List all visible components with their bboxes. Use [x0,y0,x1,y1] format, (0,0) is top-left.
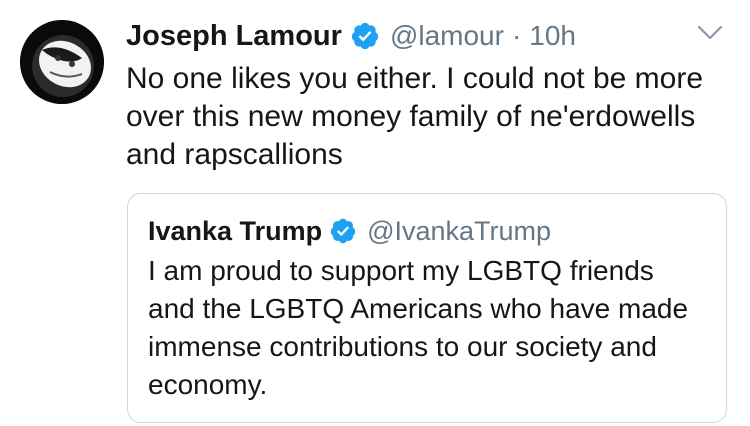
chevron-down-icon[interactable] [696,22,724,44]
quoted-author-handle: @IvankaTrump [367,215,552,246]
author-handle[interactable]: @lamour [390,20,504,52]
tweet-timestamp[interactable]: 10h [529,20,576,52]
quoted-author-name: Ivanka Trump [148,215,323,246]
verified-badge-icon [351,22,379,50]
author-name[interactable]: Joseph Lamour [126,20,342,53]
quoted-tweet-header: Ivanka Trump @IvankaTrump [148,211,551,251]
quoted-tweet-text: I am proud to support my LGBTQ friends a… [148,255,689,400]
verified-badge-icon [330,218,356,244]
tweet[interactable]: Joseph Lamour @lamour · 10h No one likes… [0,0,750,426]
separator-dot: · [511,20,522,51]
tweet-text: No one likes you either. I could not be … [126,62,704,171]
profile-avatar [20,20,104,104]
tweet-header: Joseph Lamour @lamour · 10h [126,14,576,58]
quoted-tweet[interactable]: Ivanka Trump @IvankaTrump I am proud to … [127,193,727,423]
author-avatar[interactable] [20,20,104,104]
